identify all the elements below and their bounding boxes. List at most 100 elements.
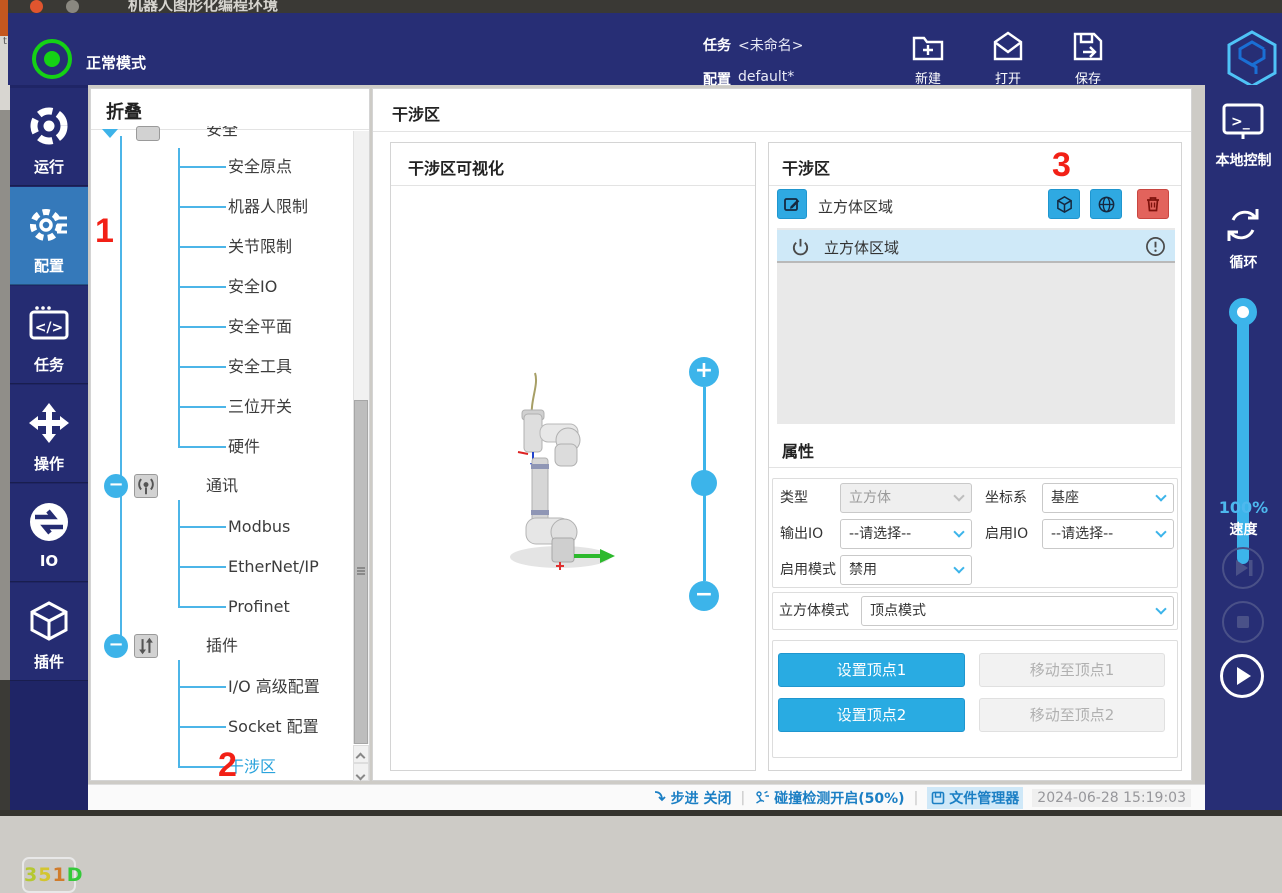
collapse-arrow-icon	[102, 129, 118, 138]
delete-zone-button[interactable]	[1137, 189, 1169, 219]
open-file-icon	[990, 29, 1026, 65]
left-nav: 运行 配置 </> 任务 操作 IO 插件 351D	[10, 85, 88, 816]
play-icon	[1223, 657, 1261, 695]
scroll-down-button[interactable]	[353, 763, 369, 781]
tree-scrollbar-thumb[interactable]	[354, 400, 368, 744]
file-manager-button[interactable]: 文件管理器	[927, 787, 1023, 809]
status-ring-icon	[32, 39, 72, 79]
zoom-out-button[interactable]: −	[689, 581, 719, 611]
type-label: 类型	[780, 483, 808, 513]
comm-antenna-icon	[134, 474, 158, 498]
move-to-vertex1-button[interactable]: 移动至顶点1	[979, 653, 1165, 687]
nav-item-task[interactable]: </> 任务	[10, 286, 88, 384]
nav-item-operate[interactable]: 操作	[10, 385, 88, 483]
tree-item-safety-tool[interactable]: 安全工具	[228, 353, 292, 381]
window-minimize-button[interactable]	[66, 0, 79, 13]
cube-mode-select[interactable]: 顶点模式	[861, 596, 1174, 626]
task-label: 任务	[703, 35, 731, 55]
tree-item-profinet[interactable]: Profinet	[228, 593, 290, 621]
desktop-edge: t	[0, 0, 10, 816]
speed-label: 速度	[1205, 519, 1282, 539]
coord-label: 坐标系	[985, 483, 1027, 513]
nav-item-run[interactable]: 运行	[10, 88, 88, 186]
set-vertex1-button[interactable]: 设置顶点1	[778, 653, 965, 687]
code-window-icon: </>	[27, 302, 71, 346]
status-timestamp: 2024-06-28 15:19:03	[1032, 789, 1191, 807]
new-folder-icon	[910, 29, 946, 65]
globe-view-button[interactable]	[1090, 189, 1122, 219]
open-button[interactable]: 打开	[980, 29, 1036, 87]
cube-view-button[interactable]	[1048, 189, 1080, 219]
new-button[interactable]: 新建	[900, 29, 956, 87]
zone-name-label: 立方体区域	[818, 196, 893, 217]
tree-item-plugin[interactable]: 插件	[206, 632, 238, 660]
collapse-node-button[interactable]: −	[104, 474, 128, 498]
warning-icon[interactable]	[1145, 236, 1166, 257]
tree-item-io-advanced[interactable]: I/O 高级配置	[228, 673, 320, 701]
safety-icon	[136, 126, 160, 141]
enable-io-label: 启用IO	[985, 519, 1028, 549]
zone-list-item[interactable]: 立方体区域	[777, 230, 1175, 263]
robot-model-badge: 351D	[22, 857, 76, 893]
stop-button[interactable]	[1222, 601, 1264, 643]
enable-io-select[interactable]: --请选择--	[1042, 519, 1174, 549]
move-arrows-icon	[27, 401, 71, 445]
output-io-select[interactable]: --请选择--	[840, 519, 972, 549]
collision-icon	[754, 790, 770, 806]
config-value: default*	[738, 69, 794, 85]
play-button[interactable]	[1220, 654, 1264, 698]
annotation-1: 1	[95, 212, 114, 251]
io-icon	[27, 500, 71, 544]
loop-button[interactable]	[1221, 203, 1265, 251]
tree-item-ethernet-ip[interactable]: EtherNet/IP	[228, 553, 319, 581]
tree-item-comm[interactable]: 通讯	[206, 472, 238, 500]
robot-3d-view[interactable]	[440, 340, 680, 620]
app-header: 正常模式 任务 <未命名> 配置 default* 新建 打开 保存	[8, 13, 1282, 85]
run-icon	[27, 104, 71, 148]
tree-item-joint-limit[interactable]: 关节限制	[228, 233, 292, 261]
cube-icon	[1055, 195, 1074, 214]
save-button[interactable]: 保存	[1060, 29, 1116, 87]
local-control-button[interactable]: >_	[1219, 100, 1267, 150]
file-manager-icon	[931, 791, 945, 805]
step-icon	[652, 790, 667, 805]
set-vertex2-button[interactable]: 设置顶点2	[778, 698, 965, 732]
collision-detect-status[interactable]: 碰撞检测开启(50%)	[754, 788, 904, 808]
tree-item-modbus[interactable]: Modbus	[228, 513, 290, 541]
tree-item-safety-plane[interactable]: 安全平面	[228, 313, 292, 341]
move-to-vertex2-button[interactable]: 移动至顶点2	[979, 698, 1165, 732]
coord-select[interactable]: 基座	[1042, 483, 1174, 513]
config-label: 配置	[703, 69, 731, 89]
tree-root-partial[interactable]: 安全	[96, 126, 296, 142]
zoom-slider-knob[interactable]	[691, 470, 717, 496]
scroll-up-button[interactable]	[353, 745, 369, 763]
brand-logo	[1224, 29, 1280, 89]
edit-zone-button[interactable]	[777, 189, 807, 219]
nav-item-config[interactable]: 配置	[10, 187, 88, 285]
zone-list: 立方体区域	[777, 228, 1175, 424]
tree-item-three-pos-switch[interactable]: 三位开关	[228, 393, 292, 421]
status-bar: 步进 关闭 | 碰撞检测开启(50%) | 文件管理器 2024-06-28 1…	[88, 784, 1205, 810]
nav-item-plugin[interactable]: 插件	[10, 583, 88, 681]
tree-item-safety-origin[interactable]: 安全原点	[228, 153, 292, 181]
enable-mode-select[interactable]: 禁用	[840, 555, 972, 585]
tree-line	[178, 500, 180, 608]
tree-item-robot-limit[interactable]: 机器人限制	[228, 193, 308, 221]
power-icon[interactable]	[791, 237, 810, 256]
stop-icon	[1224, 603, 1262, 641]
mode-label: 正常模式	[86, 52, 146, 73]
task-value: <未命名>	[738, 35, 803, 55]
window-close-button[interactable]	[30, 0, 43, 13]
collapse-node-button[interactable]: −	[104, 634, 128, 658]
step-forward-button[interactable]	[1222, 547, 1264, 589]
local-control-label: 本地控制	[1205, 150, 1282, 170]
zoom-in-button[interactable]: +	[689, 357, 719, 387]
globe-icon	[1097, 195, 1116, 214]
step-mode-status[interactable]: 步进 关闭	[652, 788, 732, 808]
type-select: 立方体	[840, 483, 972, 513]
nav-item-io[interactable]: IO	[10, 484, 88, 582]
tree-item-hardware[interactable]: 硬件	[228, 433, 260, 461]
loop-icon	[1221, 203, 1265, 247]
tree-item-socket-config[interactable]: Socket 配置	[228, 713, 319, 741]
tree-item-safety-io[interactable]: 安全IO	[228, 273, 277, 301]
